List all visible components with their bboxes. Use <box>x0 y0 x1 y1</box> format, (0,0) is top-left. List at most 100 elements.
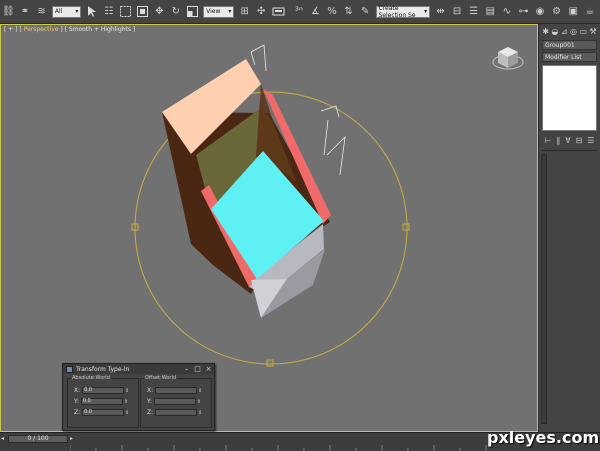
command-panel-tabs: ✱ ◒ ⊿ ◎ ▭ ⚒ <box>539 24 600 38</box>
modify-tab-icon[interactable]: ◒ <box>551 27 558 36</box>
select-object-icon[interactable] <box>85 4 98 19</box>
utilities-tab-icon[interactable]: ⚒ <box>590 27 597 36</box>
dialog-title: Transform Type-In <box>76 365 130 373</box>
select-by-name-icon[interactable]: ☷ <box>102 4 115 19</box>
offset-world-group: Offset:World X: ⇕ Y: ⇕ Z: ⇕ <box>140 375 212 428</box>
align-icon[interactable]: ⊟ <box>451 4 464 19</box>
named-selection-set-value: Create Selection Se <box>378 4 416 19</box>
absolute-z-row: Z: 0.0 ⇕ <box>74 409 129 416</box>
snaps-toggle-icon[interactable]: ³ⁿ <box>293 4 306 19</box>
bind-spacewarp-icon[interactable]: ≋ <box>35 4 48 19</box>
offset-x-row: X: ⇕ <box>147 387 202 394</box>
absolute-x-input[interactable]: 0.0 <box>82 387 125 394</box>
graphite-ribbon-icon[interactable]: ▤ <box>484 4 497 19</box>
spinner-icon[interactable]: ⇕ <box>125 388 129 394</box>
time-next-icon[interactable]: ▸ <box>70 435 76 443</box>
modifier-list-dropdown[interactable]: Modifier List <box>542 52 597 62</box>
selection-filter-value: All <box>54 8 63 15</box>
percent-snap-icon[interactable]: % <box>326 4 339 19</box>
layer-manager-icon[interactable]: ☰ <box>467 4 480 19</box>
stack-tools: ⊢ ∥ ∀ ⊟ ☰ <box>542 134 597 146</box>
spinner-icon[interactable]: ⇕ <box>197 399 201 405</box>
display-tab-icon[interactable]: ▭ <box>579 27 587 36</box>
absolute-z-input[interactable]: 0.0 <box>82 409 125 416</box>
show-end-result-icon[interactable]: ∥ <box>556 136 560 145</box>
absolute-x-row: X: 0.0 ⇕ <box>74 387 129 394</box>
offset-y-input[interactable] <box>153 398 196 405</box>
selection-filter-select[interactable]: All ▾ <box>51 5 82 18</box>
pivot-center-icon[interactable]: ⊞ <box>238 4 251 19</box>
close-icon[interactable]: × <box>203 365 214 373</box>
spinner-icon[interactable]: ⇕ <box>125 410 129 416</box>
modifier-stack[interactable] <box>542 65 597 131</box>
configure-sets-icon[interactable]: ☰ <box>587 136 594 145</box>
chevron-down-icon: ▾ <box>424 8 428 15</box>
absolute-y-row: Y: 0.0 ⇕ <box>74 398 128 405</box>
gizmo-handle-bottom[interactable] <box>266 359 274 367</box>
mirror-icon[interactable]: ⇹ <box>434 4 447 19</box>
group001-object[interactable] <box>162 59 331 318</box>
x-label: X: <box>147 387 154 394</box>
motion-tab-icon[interactable]: ◎ <box>570 27 577 36</box>
command-panel-scrollbar[interactable] <box>541 154 547 424</box>
app-icon <box>66 365 73 373</box>
render-setup-icon[interactable]: ⚙ <box>550 4 563 19</box>
pin-stack-icon[interactable]: ⊢ <box>544 136 551 145</box>
hierarchy-tab-icon[interactable]: ⊿ <box>561 27 568 36</box>
link-icon[interactable]: ⛓ <box>2 4 15 19</box>
remove-modifier-icon[interactable]: ⊟ <box>576 136 583 145</box>
y-label: Y: <box>74 398 79 405</box>
rectangular-selection-icon[interactable] <box>119 4 132 19</box>
gizmo-handle-right[interactable] <box>402 223 410 231</box>
rotate-icon[interactable]: ↻ <box>170 4 183 19</box>
keyboard-shortcut-override-icon[interactable] <box>272 4 285 19</box>
chevron-down-icon: ▾ <box>228 8 232 15</box>
curve-editor-icon[interactable]: ∿ <box>501 4 514 19</box>
scale-icon[interactable] <box>186 4 199 19</box>
minimize-icon[interactable]: – <box>181 365 192 373</box>
reference-coordinate-value: View <box>206 8 221 15</box>
material-editor-icon[interactable]: ◉ <box>534 4 547 19</box>
maximize-icon[interactable]: □ <box>192 365 203 373</box>
offset-z-input[interactable] <box>155 409 198 416</box>
spinner-snap-icon[interactable]: ⇅ <box>342 4 355 19</box>
schematic-view-icon[interactable]: ⊶ <box>517 4 530 19</box>
spinner-icon[interactable]: ⇕ <box>198 388 202 394</box>
x-label: X: <box>74 387 81 394</box>
offset-x-input[interactable] <box>155 387 198 394</box>
offset-y-row: Y: ⇕ <box>147 398 201 405</box>
named-selection-set-select[interactable]: Create Selection Se ▾ <box>375 4 431 19</box>
window-controls: – □ × <box>181 365 214 373</box>
angle-snap-icon[interactable]: ∡ <box>309 4 322 19</box>
create-tab-icon[interactable]: ✱ <box>542 27 549 36</box>
spinner-icon[interactable]: ⇕ <box>198 410 202 416</box>
viewcube-icon[interactable] <box>491 41 525 75</box>
viewcube[interactable] <box>491 41 525 77</box>
spinner-icon[interactable]: ⇕ <box>124 399 128 405</box>
panel-divider <box>542 150 597 151</box>
make-unique-icon[interactable]: ∀ <box>565 136 570 145</box>
z-label: Z: <box>74 409 81 416</box>
window-crossing-icon[interactable] <box>136 4 149 19</box>
time-slider[interactable]: 0 / 100 <box>8 435 68 443</box>
select-manipulate-icon[interactable]: ✣ <box>255 4 268 19</box>
z-label: Z: <box>147 409 154 416</box>
unlink-icon[interactable]: ⚭ <box>19 4 32 19</box>
command-panel: ✱ ◒ ⊿ ◎ ▭ ⚒ Group001 Modifier List ⊢ ∥ ∀… <box>538 24 600 432</box>
main-toolbar: ⛓ ⚭ ≋ All ▾ ☷ ✥ ↻ View ▾ ⊞ ✣ ³ⁿ ∡ % ⇅ ✎ Cr… <box>0 0 600 24</box>
offset-world-title: Offset:World <box>144 375 178 381</box>
edit-named-selection-icon[interactable]: ✎ <box>359 4 372 19</box>
absolute-y-input[interactable]: 0.0 <box>80 398 123 405</box>
chevron-down-icon: ▾ <box>75 8 79 15</box>
render-production-icon[interactable]: ☕ <box>584 4 597 19</box>
object-name-field[interactable]: Group001 <box>542 40 597 50</box>
reference-coordinate-select[interactable]: View ▾ <box>203 5 235 18</box>
dialog-titlebar[interactable]: Transform Type-In – □ × <box>63 364 214 374</box>
time-prev-icon[interactable]: ◂ <box>1 435 7 443</box>
offset-z-row: Z: ⇕ <box>147 409 202 416</box>
absolute-world-group: Absolute:World X: 0.0 ⇕ Y: 0.0 ⇕ Z: 0.0 … <box>67 375 139 428</box>
transform-type-in-dialog: Transform Type-In – □ × Absolute:World X… <box>62 363 215 431</box>
move-icon[interactable]: ✥ <box>153 4 166 19</box>
rendered-frame-window-icon[interactable]: ▣ <box>567 4 580 19</box>
watermark: pxleyes.com <box>487 428 600 447</box>
